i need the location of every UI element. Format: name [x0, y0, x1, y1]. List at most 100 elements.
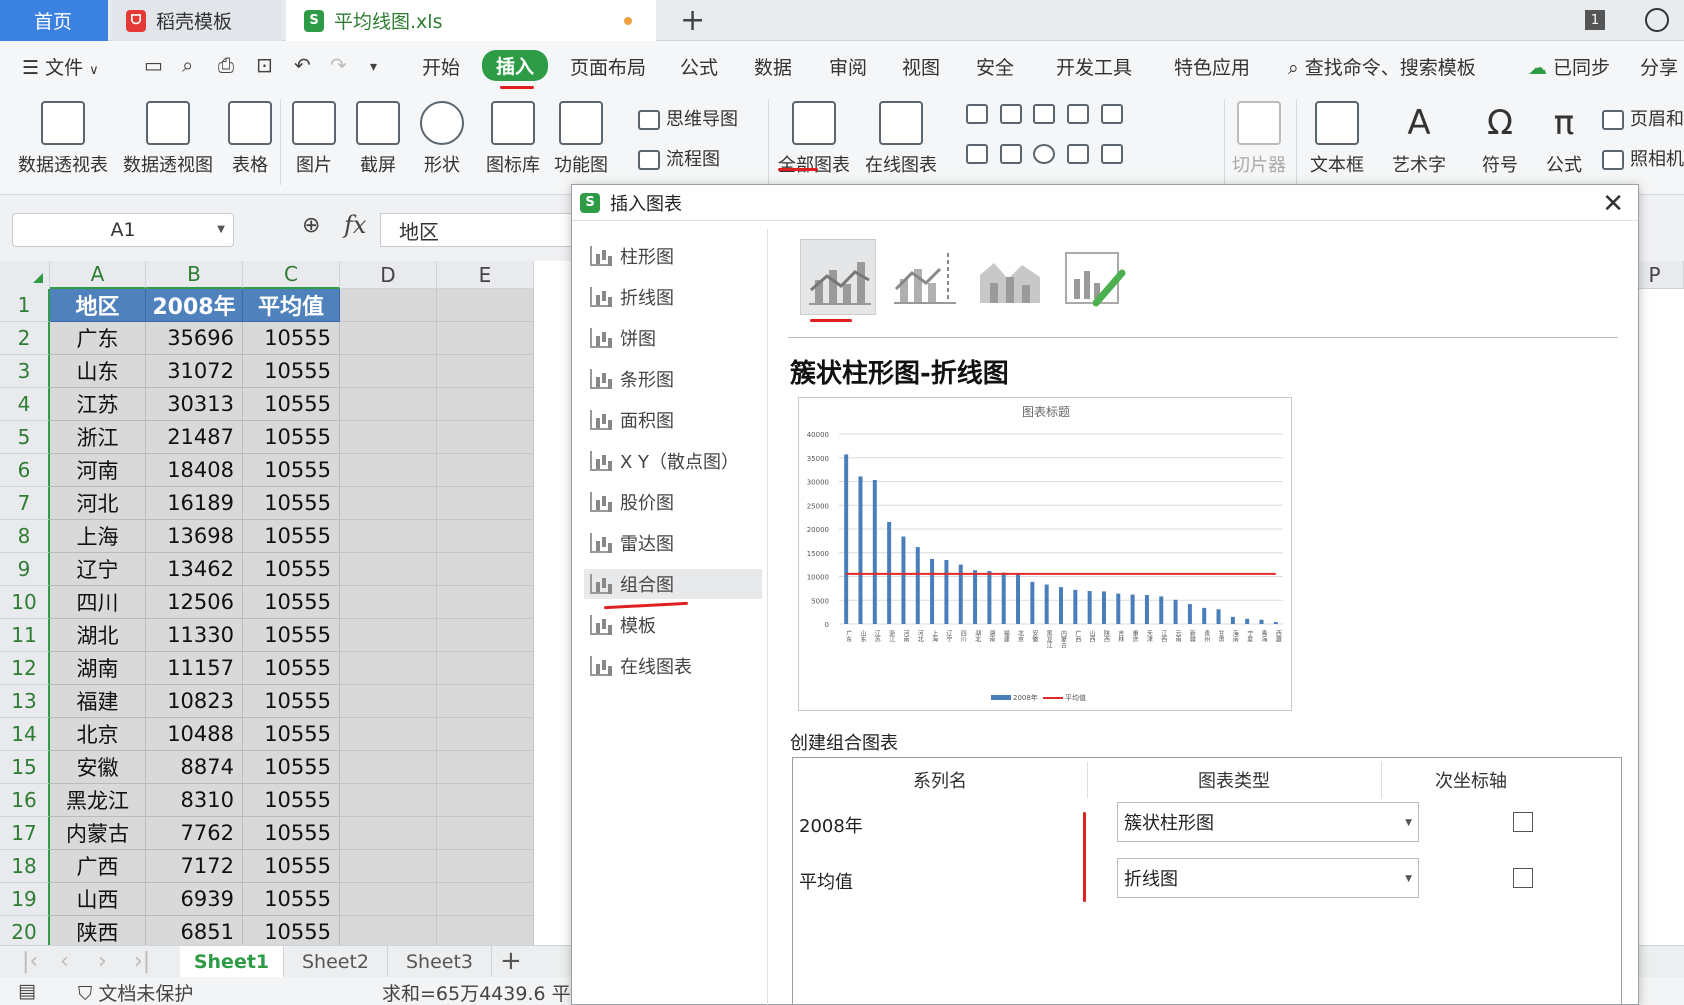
file-menu[interactable]: ☰ 文件 ∨ — [22, 53, 99, 80]
empty-cell[interactable] — [437, 454, 534, 487]
series-1-chart-type-select[interactable]: 簇状柱形图 ▼ — [1117, 802, 1419, 842]
menu-insert[interactable]: 插入 — [482, 50, 549, 81]
table-cell[interactable]: 10555 — [243, 454, 340, 487]
table-cell[interactable]: 11157 — [146, 652, 243, 685]
flowchart-button[interactable]: 流程图 — [638, 145, 720, 171]
table-cell[interactable]: 10555 — [243, 520, 340, 553]
empty-cell[interactable] — [437, 652, 534, 685]
icon-library-button[interactable]: 图标库 — [486, 101, 540, 177]
empty-cell[interactable] — [437, 520, 534, 553]
table-cell[interactable]: 35696 — [146, 322, 243, 355]
row-header[interactable]: 20 — [0, 916, 50, 945]
empty-cell[interactable] — [437, 553, 534, 586]
table-cell[interactable]: 河北 — [50, 487, 146, 520]
protect-status[interactable]: ⛉ 文档未保护 — [78, 979, 193, 1005]
empty-cell[interactable] — [437, 586, 534, 619]
empty-cell[interactable] — [437, 355, 534, 388]
row-header[interactable]: 9 — [0, 553, 50, 586]
table-cell[interactable]: 8310 — [146, 784, 243, 817]
chart-type-item[interactable]: 组合图 — [584, 569, 762, 599]
name-box[interactable]: A1 ▼ — [12, 213, 234, 247]
table-cell[interactable]: 8874 — [146, 751, 243, 784]
chart-type-quick-row1[interactable] — [966, 103, 1129, 124]
add-sheet-plus-icon[interactable]: + — [500, 946, 522, 976]
combo-variant-1[interactable] — [800, 239, 876, 315]
table-cell[interactable]: 10555 — [243, 586, 340, 619]
wordart-button[interactable]: A 艺术字 — [1392, 101, 1446, 177]
prev-sheet-icon[interactable]: ‹ — [60, 949, 69, 974]
table-cell[interactable]: 陕西 — [50, 916, 146, 945]
window-count-badge[interactable]: 1 — [1585, 10, 1605, 30]
empty-cell[interactable] — [340, 817, 437, 850]
header-cell[interactable]: 地区 — [50, 289, 146, 322]
table-cell[interactable]: 21487 — [146, 421, 243, 454]
tab-home[interactable]: 首页 — [0, 0, 108, 41]
table-cell[interactable]: 10555 — [243, 553, 340, 586]
table-cell[interactable]: 山西 — [50, 883, 146, 916]
table-button[interactable]: 表格 — [228, 101, 272, 177]
chart-type-item[interactable]: 折线图 — [584, 282, 762, 312]
empty-cell[interactable] — [340, 553, 437, 586]
header-cell[interactable]: 2008年 — [146, 289, 243, 322]
share-button[interactable]: 分享 — [1640, 53, 1678, 80]
table-cell[interactable]: 辽宁 — [50, 553, 146, 586]
table-cell[interactable]: 13462 — [146, 553, 243, 586]
empty-cell[interactable] — [340, 652, 437, 685]
empty-cell[interactable] — [437, 817, 534, 850]
table-cell[interactable]: 13698 — [146, 520, 243, 553]
symbol-button[interactable]: Ω 符号 — [1478, 101, 1522, 177]
empty-cell[interactable] — [437, 685, 534, 718]
chart-type-item[interactable]: 模板 — [584, 610, 762, 640]
pivot-table-button[interactable]: 数据透视表 — [18, 101, 108, 177]
empty-cell[interactable] — [437, 487, 534, 520]
online-charts-button[interactable]: 在线图表 — [865, 101, 937, 177]
chart-type-item[interactable]: 股价图 — [584, 487, 762, 517]
close-icon[interactable]: ✕ — [1602, 189, 1624, 219]
screenshot-button[interactable]: 截屏 — [356, 101, 400, 177]
chart-type-item[interactable]: 在线图表 — [584, 651, 762, 681]
table-cell[interactable]: 10555 — [243, 421, 340, 454]
table-cell[interactable]: 浙江 — [50, 421, 146, 454]
sheet-tab-2[interactable]: Sheet2 — [284, 946, 388, 978]
print-icon[interactable]: ⎙ — [218, 53, 234, 77]
table-cell[interactable]: 山东 — [50, 355, 146, 388]
table-cell[interactable]: 福建 — [50, 685, 146, 718]
save-icon[interactable]: ▭ — [144, 53, 163, 77]
row-header[interactable]: 8 — [0, 520, 50, 553]
empty-cell[interactable] — [340, 355, 437, 388]
menu-view[interactable]: 视图 — [902, 53, 940, 80]
empty-cell[interactable] — [340, 751, 437, 784]
chart-type-quick-row2[interactable] — [966, 143, 1129, 164]
last-sheet-icon[interactable]: ›| — [134, 949, 150, 974]
function-chart-button[interactable]: 功能图 — [554, 101, 608, 177]
fx-icon[interactable]: fx — [344, 211, 366, 239]
table-cell[interactable]: 10555 — [243, 916, 340, 945]
quick-access-dropdown-icon[interactable]: ▾ — [370, 59, 377, 75]
empty-cell[interactable] — [437, 388, 534, 421]
avatar[interactable] — [1645, 8, 1669, 32]
empty-cell[interactable] — [437, 850, 534, 883]
table-cell[interactable]: 10555 — [243, 487, 340, 520]
empty-cell[interactable] — [437, 289, 534, 322]
empty-cell[interactable] — [340, 322, 437, 355]
table-cell[interactable]: 6851 — [146, 916, 243, 945]
row-header[interactable]: 5 — [0, 421, 50, 454]
format-painter-icon[interactable]: ⌕ — [182, 53, 193, 77]
chart-type-item[interactable]: 饼图 — [584, 323, 762, 353]
column-header-C[interactable]: C — [243, 261, 340, 289]
custom-combo-variant[interactable] — [1056, 239, 1132, 315]
chart-type-item[interactable]: 条形图 — [584, 364, 762, 394]
chart-type-item[interactable]: X Y（散点图） — [584, 446, 762, 476]
sheet-tab-1[interactable]: Sheet1 — [180, 946, 284, 978]
column-header-B[interactable]: B — [146, 261, 243, 289]
table-cell[interactable]: 10555 — [243, 850, 340, 883]
table-cell[interactable]: 11330 — [146, 619, 243, 652]
shape-button[interactable]: 形状 — [420, 101, 464, 177]
new-tab-plus-icon[interactable]: + — [680, 3, 705, 38]
table-cell[interactable]: 6939 — [146, 883, 243, 916]
formula-button[interactable]: π 公式 — [1542, 101, 1586, 177]
menu-security[interactable]: 安全 — [976, 53, 1014, 80]
table-cell[interactable]: 广西 — [50, 850, 146, 883]
menu-start[interactable]: 开始 — [422, 53, 460, 80]
header-cell[interactable]: 平均值 — [243, 289, 340, 322]
